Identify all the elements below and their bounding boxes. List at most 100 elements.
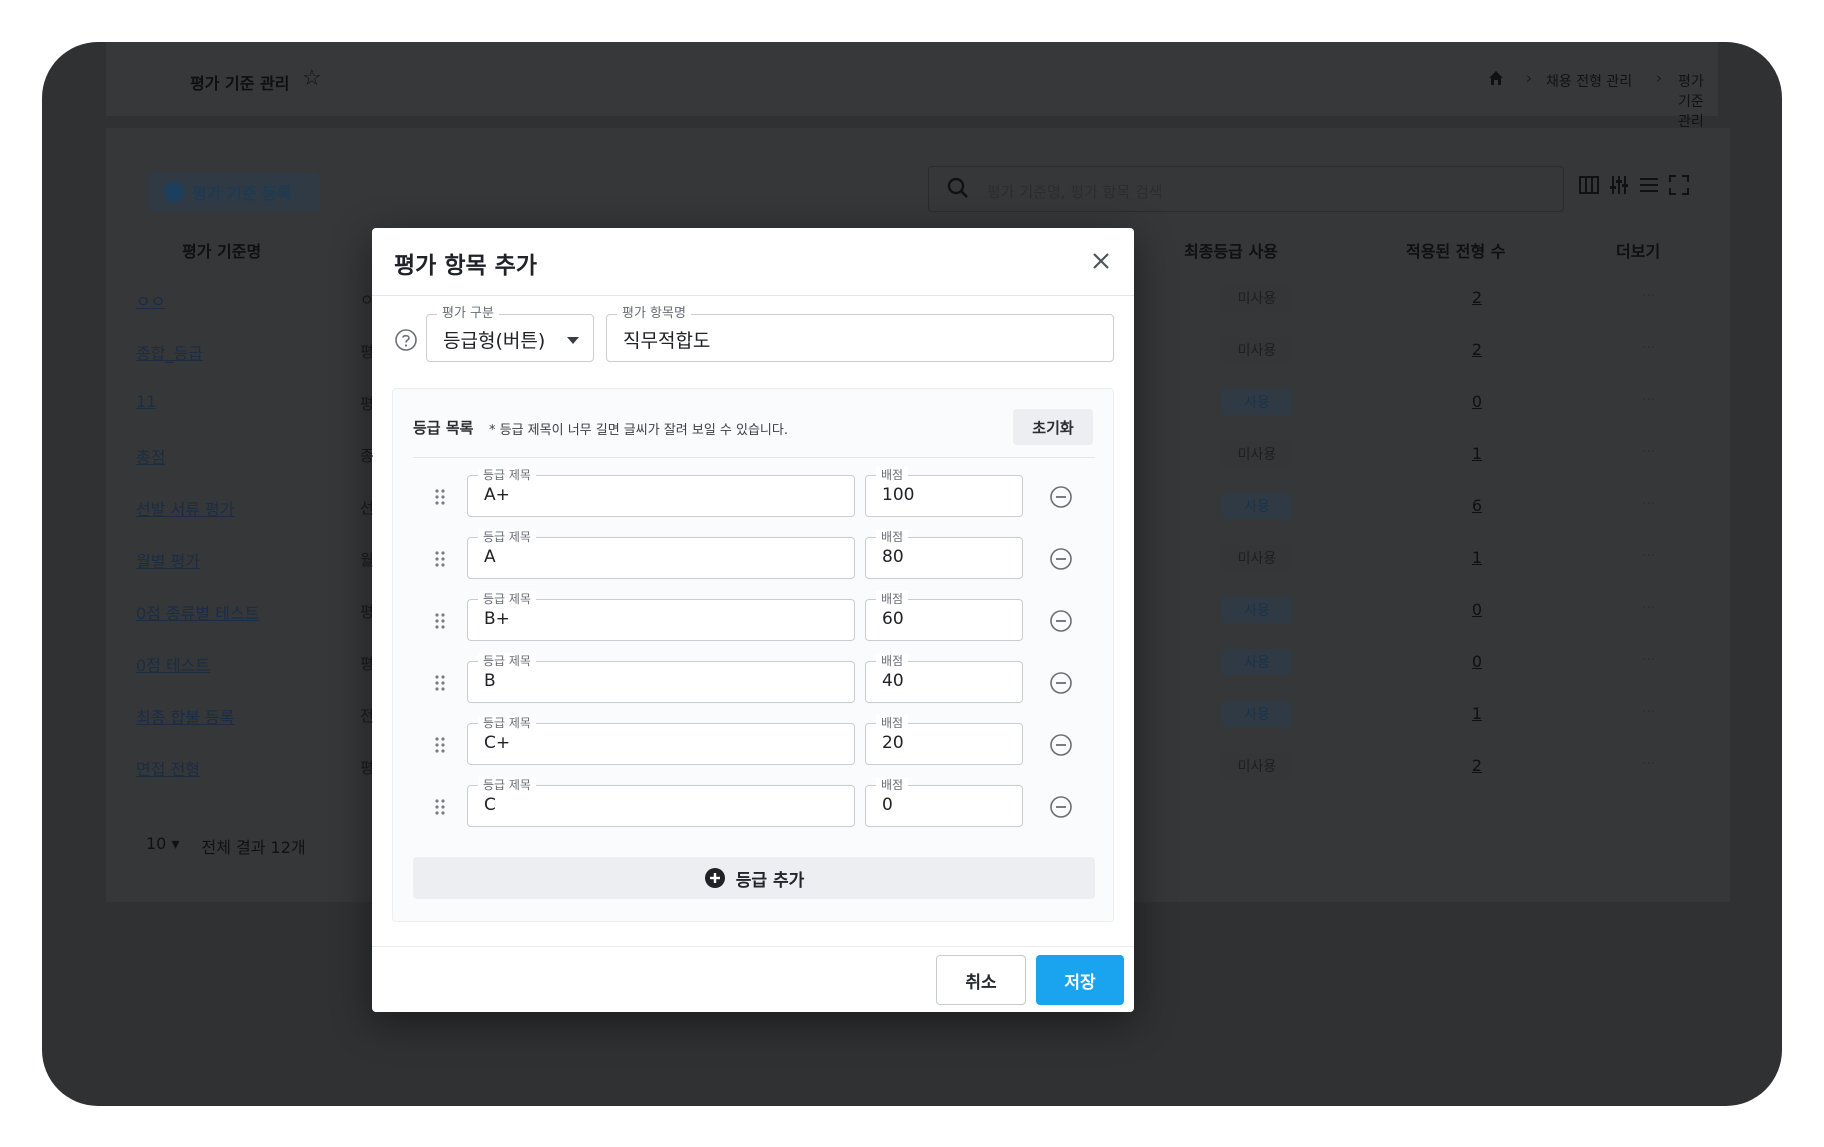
grade-score-value: 100 bbox=[882, 485, 915, 505]
more-options-icon[interactable]: ··· bbox=[1642, 652, 1655, 668]
grade-score-value: 40 bbox=[882, 671, 904, 691]
grade-title-field[interactable]: 등급 제목 B bbox=[467, 653, 855, 703]
final-grade-badge: 미사용 bbox=[1222, 753, 1292, 779]
breadcrumb-item[interactable]: 채용 전형 관리 bbox=[1546, 71, 1632, 91]
drag-handle-icon[interactable] bbox=[433, 798, 447, 816]
cancel-button[interactable]: 취소 bbox=[936, 955, 1026, 1005]
remove-grade-icon[interactable] bbox=[1049, 609, 1073, 633]
breadcrumb-item[interactable]: 평가 기준 관리 bbox=[1678, 71, 1718, 131]
fullscreen-icon[interactable] bbox=[1668, 174, 1690, 196]
criteria-cell-text: ㅇ bbox=[360, 291, 374, 309]
criteria-name-link[interactable]: 종합_등급 bbox=[136, 340, 203, 364]
remove-grade-icon[interactable] bbox=[1049, 485, 1073, 509]
applied-count-link[interactable]: 0 bbox=[1462, 392, 1492, 411]
grade-score-label: 배점 bbox=[876, 715, 909, 731]
column-header-applied-count[interactable]: 적용된 전형 수 bbox=[1406, 238, 1505, 262]
evaluation-type-select[interactable]: 평가 구분 등급형(버튼) bbox=[426, 306, 594, 362]
evaluation-item-name-field[interactable]: 평가 항목명 직무적합도 bbox=[606, 306, 1114, 362]
applied-count-link[interactable]: 1 bbox=[1462, 704, 1492, 723]
search-placeholder: 평가 기준명, 평가 항목 검색 bbox=[987, 183, 1163, 201]
grade-title-field[interactable]: 등급 제목 B+ bbox=[467, 591, 855, 641]
remove-grade-icon[interactable] bbox=[1049, 671, 1073, 695]
more-options-icon[interactable]: ··· bbox=[1642, 340, 1655, 356]
remove-grade-icon[interactable] bbox=[1049, 733, 1073, 757]
more-options-icon[interactable]: ··· bbox=[1642, 600, 1655, 616]
criteria-cell-text: 평 bbox=[360, 343, 374, 361]
final-grade-badge: 미사용 bbox=[1222, 545, 1292, 571]
remove-grade-icon[interactable] bbox=[1049, 795, 1073, 819]
grade-score-field[interactable]: 배점 80 bbox=[865, 529, 1023, 579]
applied-count-link[interactable]: 6 bbox=[1462, 496, 1492, 515]
favorite-star-icon[interactable]: ☆ bbox=[302, 66, 322, 91]
criteria-name-link[interactable]: 총점 bbox=[136, 444, 165, 468]
grade-list-panel: 등급 목록 * 등급 제목이 너무 길면 글씨가 잘려 보일 수 있습니다. 초… bbox=[392, 388, 1114, 922]
filter-sliders-icon[interactable] bbox=[1608, 174, 1630, 196]
drag-handle-icon[interactable] bbox=[433, 488, 447, 506]
add-grade-button[interactable]: 등급 추가 bbox=[413, 857, 1095, 899]
grade-score-label: 배점 bbox=[876, 653, 909, 669]
criteria-cell-text: 평 bbox=[360, 759, 374, 777]
applied-count-link[interactable]: 2 bbox=[1462, 288, 1492, 307]
grade-score-field[interactable]: 배점 40 bbox=[865, 653, 1023, 703]
criteria-name-link[interactable]: 월별 평가 bbox=[136, 548, 200, 572]
grade-score-label: 배점 bbox=[876, 777, 909, 793]
grade-title-field[interactable]: 등급 제목 C bbox=[467, 777, 855, 827]
criteria-name-link[interactable]: 0점 종류별 테스트 bbox=[136, 600, 259, 624]
applied-count-link[interactable]: 1 bbox=[1462, 548, 1492, 567]
home-icon[interactable] bbox=[1488, 70, 1504, 86]
app-frame: 평가 기준 관리 ☆ › 채용 전형 관리 › 평가 기준 관리 평가 기준 등… bbox=[42, 42, 1782, 1106]
grade-title-field[interactable]: 등급 제목 A bbox=[467, 529, 855, 579]
final-grade-badge: 미사용 bbox=[1222, 441, 1292, 467]
criteria-name-link[interactable]: 면접 전형 bbox=[136, 756, 200, 780]
modal-footer-divider bbox=[372, 946, 1134, 947]
drag-handle-icon[interactable] bbox=[433, 674, 447, 692]
grade-row: 등급 제목 A+ 배점 100 bbox=[393, 467, 1115, 519]
criteria-name-link[interactable]: 11 bbox=[136, 392, 156, 411]
applied-count-link[interactable]: 0 bbox=[1462, 600, 1492, 619]
criteria-name-link[interactable]: 최종 합불 등록 bbox=[136, 704, 235, 728]
applied-count-link[interactable]: 2 bbox=[1462, 756, 1492, 775]
applied-count-link[interactable]: 2 bbox=[1462, 340, 1492, 359]
more-options-icon[interactable]: ··· bbox=[1642, 392, 1655, 408]
criteria-name-link[interactable]: ㅇㅇ bbox=[136, 288, 165, 312]
drag-handle-icon[interactable] bbox=[433, 736, 447, 754]
criteria-cell-text: 월 bbox=[360, 551, 374, 569]
columns-icon[interactable] bbox=[1578, 174, 1600, 196]
help-question-icon[interactable] bbox=[394, 328, 418, 352]
applied-count-link[interactable]: 1 bbox=[1462, 444, 1492, 463]
criteria-name-link[interactable]: 선발 서류 평가 bbox=[136, 496, 235, 520]
close-icon[interactable] bbox=[1086, 246, 1116, 276]
more-options-icon[interactable]: ··· bbox=[1642, 288, 1655, 304]
grade-score-field[interactable]: 배점 60 bbox=[865, 591, 1023, 641]
more-options-icon[interactable]: ··· bbox=[1642, 704, 1655, 720]
more-options-icon[interactable]: ··· bbox=[1642, 548, 1655, 564]
grade-score-field[interactable]: 배점 20 bbox=[865, 715, 1023, 765]
applied-count-link[interactable]: 0 bbox=[1462, 652, 1492, 671]
final-grade-badge: 사용 bbox=[1222, 649, 1292, 675]
save-button[interactable]: 저장 bbox=[1036, 955, 1124, 1005]
drag-handle-icon[interactable] bbox=[433, 612, 447, 630]
grade-score-field[interactable]: 배점 0 bbox=[865, 777, 1023, 827]
grade-title-field[interactable]: 등급 제목 C+ bbox=[467, 715, 855, 765]
column-header-final-grade[interactable]: 최종등급 사용 bbox=[1184, 238, 1278, 262]
grade-score-value: 20 bbox=[882, 733, 904, 753]
modal-title: 평가 항목 추가 bbox=[394, 253, 537, 279]
more-options-icon[interactable]: ··· bbox=[1642, 444, 1655, 460]
criteria-cell-text: 평 bbox=[360, 395, 374, 413]
remove-grade-icon[interactable] bbox=[1049, 547, 1073, 571]
search-input[interactable]: 평가 기준명, 평가 항목 검색 bbox=[928, 166, 1564, 212]
more-options-icon[interactable]: ··· bbox=[1642, 496, 1655, 512]
criteria-name-link[interactable]: 0점 테스트 bbox=[136, 652, 210, 676]
dropdown-caret-icon bbox=[567, 337, 579, 344]
reset-button[interactable]: 초기화 bbox=[1013, 409, 1093, 445]
register-criteria-button[interactable]: 평가 기준 등록 bbox=[148, 172, 320, 212]
grade-score-field[interactable]: 배점 100 bbox=[865, 467, 1023, 517]
more-options-icon[interactable]: ··· bbox=[1642, 756, 1655, 772]
page-size-select[interactable]: 10 ▾ bbox=[146, 834, 179, 858]
grade-title-field[interactable]: 등급 제목 A+ bbox=[467, 467, 855, 517]
column-header-more: 더보기 bbox=[1616, 242, 1661, 261]
column-header-name[interactable]: 평가 기준명 bbox=[182, 238, 261, 262]
drag-handle-icon[interactable] bbox=[433, 550, 447, 568]
density-icon[interactable] bbox=[1638, 174, 1660, 196]
grade-row: 등급 제목 A 배점 80 bbox=[393, 529, 1115, 581]
